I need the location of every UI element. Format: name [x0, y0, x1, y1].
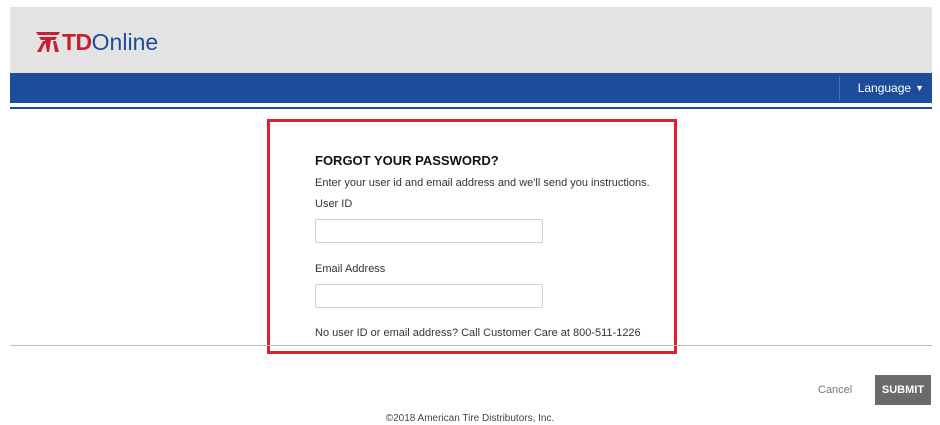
page-title: FORGOT YOUR PASSWORD?	[315, 153, 499, 168]
email-label: Email Address	[315, 263, 386, 275]
forgot-password-panel: FORGOT YOUR PASSWORD? Enter your user id…	[267, 119, 677, 354]
language-label: Language	[857, 81, 912, 95]
submit-button[interactable]: SUBMIT	[875, 375, 931, 405]
nav-underline	[10, 107, 932, 109]
app-header: TD Online	[10, 7, 932, 73]
logo-td-text: TD	[62, 29, 92, 55]
cancel-link[interactable]: Cancel	[818, 384, 852, 396]
instructions-text: Enter your user id and email address and…	[315, 177, 650, 189]
user-id-label: User ID	[315, 198, 353, 210]
caret-down-icon: ▼	[915, 83, 924, 93]
atd-online-logo[interactable]: TD Online	[36, 29, 158, 55]
form-divider	[10, 345, 932, 346]
nav-separator	[839, 76, 840, 100]
logo-online-text: Online	[91, 29, 159, 55]
language-dropdown[interactable]: Language ▼	[858, 81, 924, 95]
copyright-footer: ©2018 American Tire Distributors, Inc.	[385, 413, 555, 424]
atd-logo-mark-icon	[36, 32, 60, 52]
top-nav-bar: Language ▼	[10, 73, 932, 103]
user-id-field[interactable]	[315, 219, 543, 243]
customer-care-text: No user ID or email address? Call Custom…	[315, 327, 641, 339]
email-field[interactable]	[315, 284, 543, 308]
